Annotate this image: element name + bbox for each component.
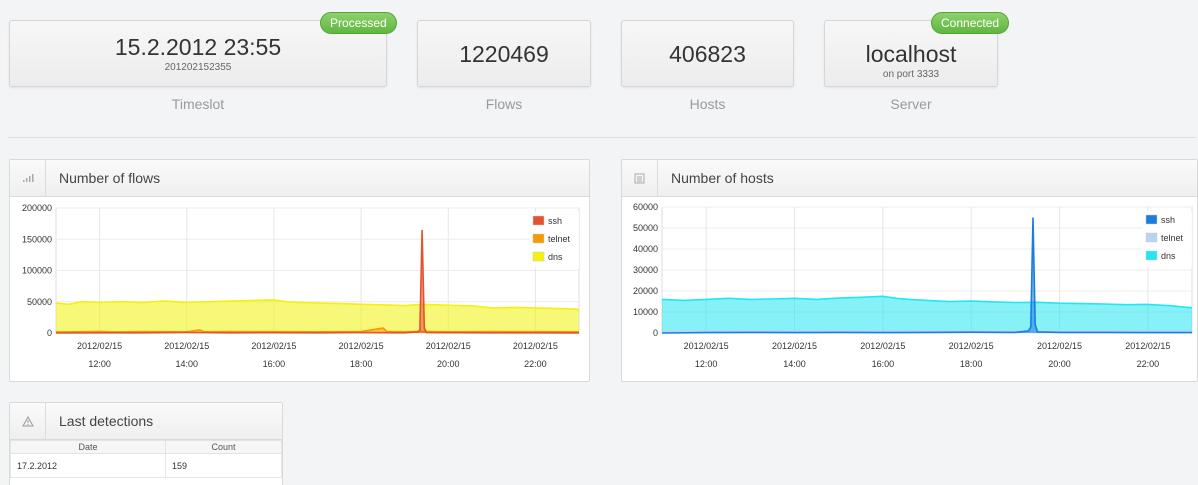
connected-badge: Connected [931,12,1010,34]
legend-label-dns: dns [1161,251,1176,261]
x-tick-date: 2012/02/15 [1125,341,1170,351]
detection-count: 159 [165,453,282,478]
x-tick-time: 12:00 [695,359,718,369]
x-tick-time: 22:00 [1137,359,1160,369]
flows-label: Flows [485,96,523,112]
server-value: localhost [865,41,957,67]
y-tick-label: 100000 [22,266,52,276]
server-label: Server [890,96,932,112]
flows-panel-header: Number of flows [10,159,589,197]
section-divider [8,137,1196,138]
timeslot-id: 201202152355 [164,62,232,73]
y-tick-label: 0 [47,328,52,338]
hosts-panel: Number of hosts 0 10000 20000 30000 40000 500… [621,159,1198,382]
x-tick-time: 18:00 [960,359,983,369]
legend-swatch-ssh [1145,214,1158,225]
timeslot-value: 15.2.2012 23:55 [114,34,282,60]
x-tick-time: 14:00 [783,359,806,369]
detection-date: 17.2.2012 [10,453,166,478]
hosts-label: Hosts [689,96,726,112]
hosts-card: 406823 [621,20,794,87]
timeslot-label: Timeslot [171,96,225,112]
y-tick-label: 50000 [633,223,658,233]
table-row[interactable]: 17.2.2012 159 [10,453,282,478]
x-tick-time: 20:00 [1048,359,1071,369]
y-tick-label: 50000 [27,297,52,307]
legend-swatch-ssh [532,215,545,226]
y-tick-label: 30000 [633,265,658,275]
x-tick-time: 14:00 [175,359,198,369]
detections-panel-header: Last detections [10,402,282,440]
detections-panel-title: Last detections [59,413,154,429]
legend-swatch-telnet [1145,232,1158,243]
detections-table: Date Count 17.2.2012 159 [10,440,282,478]
legend-label-telnet: telnet [548,234,571,244]
y-tick-label: 60000 [633,202,658,212]
legend-label-ssh: ssh [548,216,562,226]
x-tick-time: 18:00 [350,359,373,369]
x-tick-date: 2012/02/15 [949,341,994,351]
warning-icon [10,402,46,440]
x-tick-date: 2012/02/15 [77,341,122,351]
y-tick-label: 150000 [22,234,52,244]
hosts-panel-header: Number of hosts [622,159,1197,197]
y-tick-label: 200000 [22,203,52,213]
x-tick-time: 20:00 [437,359,460,369]
y-tick-label: 20000 [633,286,658,296]
legend-swatch-dns [1145,250,1158,261]
x-tick-date: 2012/02/15 [513,341,558,351]
legend-swatch-telnet [532,233,545,244]
flows-chart: 0 50000 100000 150000 200000 2012/02/15 12:00 2… [22,203,580,369]
x-tick-date: 2012/02/15 [860,341,905,351]
server-port: on port 3333 [882,69,940,80]
x-tick-date: 2012/02/15 [426,341,471,351]
hosts-chart: 0 10000 20000 30000 40000 50000 60000 2012/02/1… [633,202,1193,369]
x-tick-date: 2012/02/15 [339,341,384,351]
processed-badge: Processed [320,12,397,34]
x-tick-time: 16:00 [872,359,895,369]
hosts-value: 406823 [669,41,746,67]
detections-panel: Last detections Date Count 17.2.2012 159 [9,402,283,485]
legend-label-telnet: telnet [1161,233,1184,243]
flows-value: 1220469 [459,41,549,67]
legend-label-ssh: ssh [1161,215,1175,225]
x-tick-date: 2012/02/15 [772,341,817,351]
x-tick-date: 2012/02/15 [251,341,296,351]
column-header-date[interactable]: Date [10,440,166,454]
x-tick-time: 16:00 [263,359,286,369]
legend-label-dns: dns [548,252,563,262]
flows-panel-title: Number of flows [59,170,161,186]
flows-card: 1220469 [417,20,591,87]
x-tick-time: 12:00 [88,359,111,369]
y-tick-label: 10000 [633,307,658,317]
column-header-count[interactable]: Count [165,440,282,454]
x-tick-time: 22:00 [524,359,547,369]
x-tick-date: 2012/02/15 [1037,341,1082,351]
flows-panel: Number of flows 0 50000 100000 150000 200000… [9,159,590,382]
x-tick-date: 2012/02/15 [164,341,209,351]
x-tick-date: 2012/02/15 [684,341,729,351]
bar-chart-icon [10,159,46,197]
legend-swatch-dns [532,251,545,262]
y-tick-label: 40000 [633,244,658,254]
list-icon [622,159,658,197]
y-tick-label: 0 [653,328,658,338]
hosts-panel-title: Number of hosts [671,170,774,186]
